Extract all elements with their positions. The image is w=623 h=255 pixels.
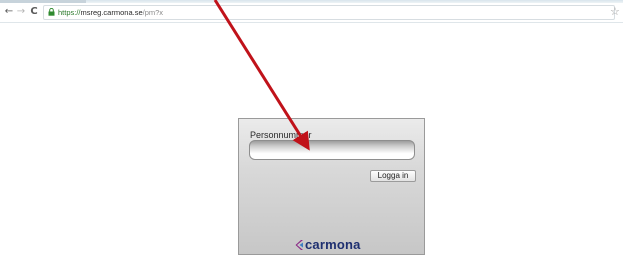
url-scheme: https:// (58, 8, 81, 17)
forward-icon[interactable]: → (15, 6, 27, 18)
carmona-logo-mark-icon (295, 240, 303, 250)
bookmark-star-icon[interactable]: ☆ (610, 5, 620, 18)
personnummer-input[interactable] (249, 140, 415, 160)
lock-icon (48, 8, 55, 16)
login-panel: Personnummer Logga in carmona (238, 118, 425, 255)
active-tab-edge[interactable] (0, 0, 86, 3)
back-icon[interactable]: ← (3, 6, 15, 18)
url-text: https://msreg.carmona.se/pm?x (58, 6, 163, 19)
tab-strip (0, 0, 623, 3)
url-path: /pm?x (142, 8, 164, 17)
url-host: msreg.carmona.se (80, 8, 143, 17)
carmona-logo-text: carmona (305, 237, 361, 252)
login-button[interactable]: Logga in (370, 170, 416, 182)
reload-icon[interactable]: C (28, 6, 40, 18)
personnummer-label: Personnummer (250, 130, 312, 140)
browser-toolbar: ← → C https://msreg.carmona.se/pm?x ☆ (0, 0, 623, 23)
address-bar[interactable]: https://msreg.carmona.se/pm?x (43, 5, 615, 20)
